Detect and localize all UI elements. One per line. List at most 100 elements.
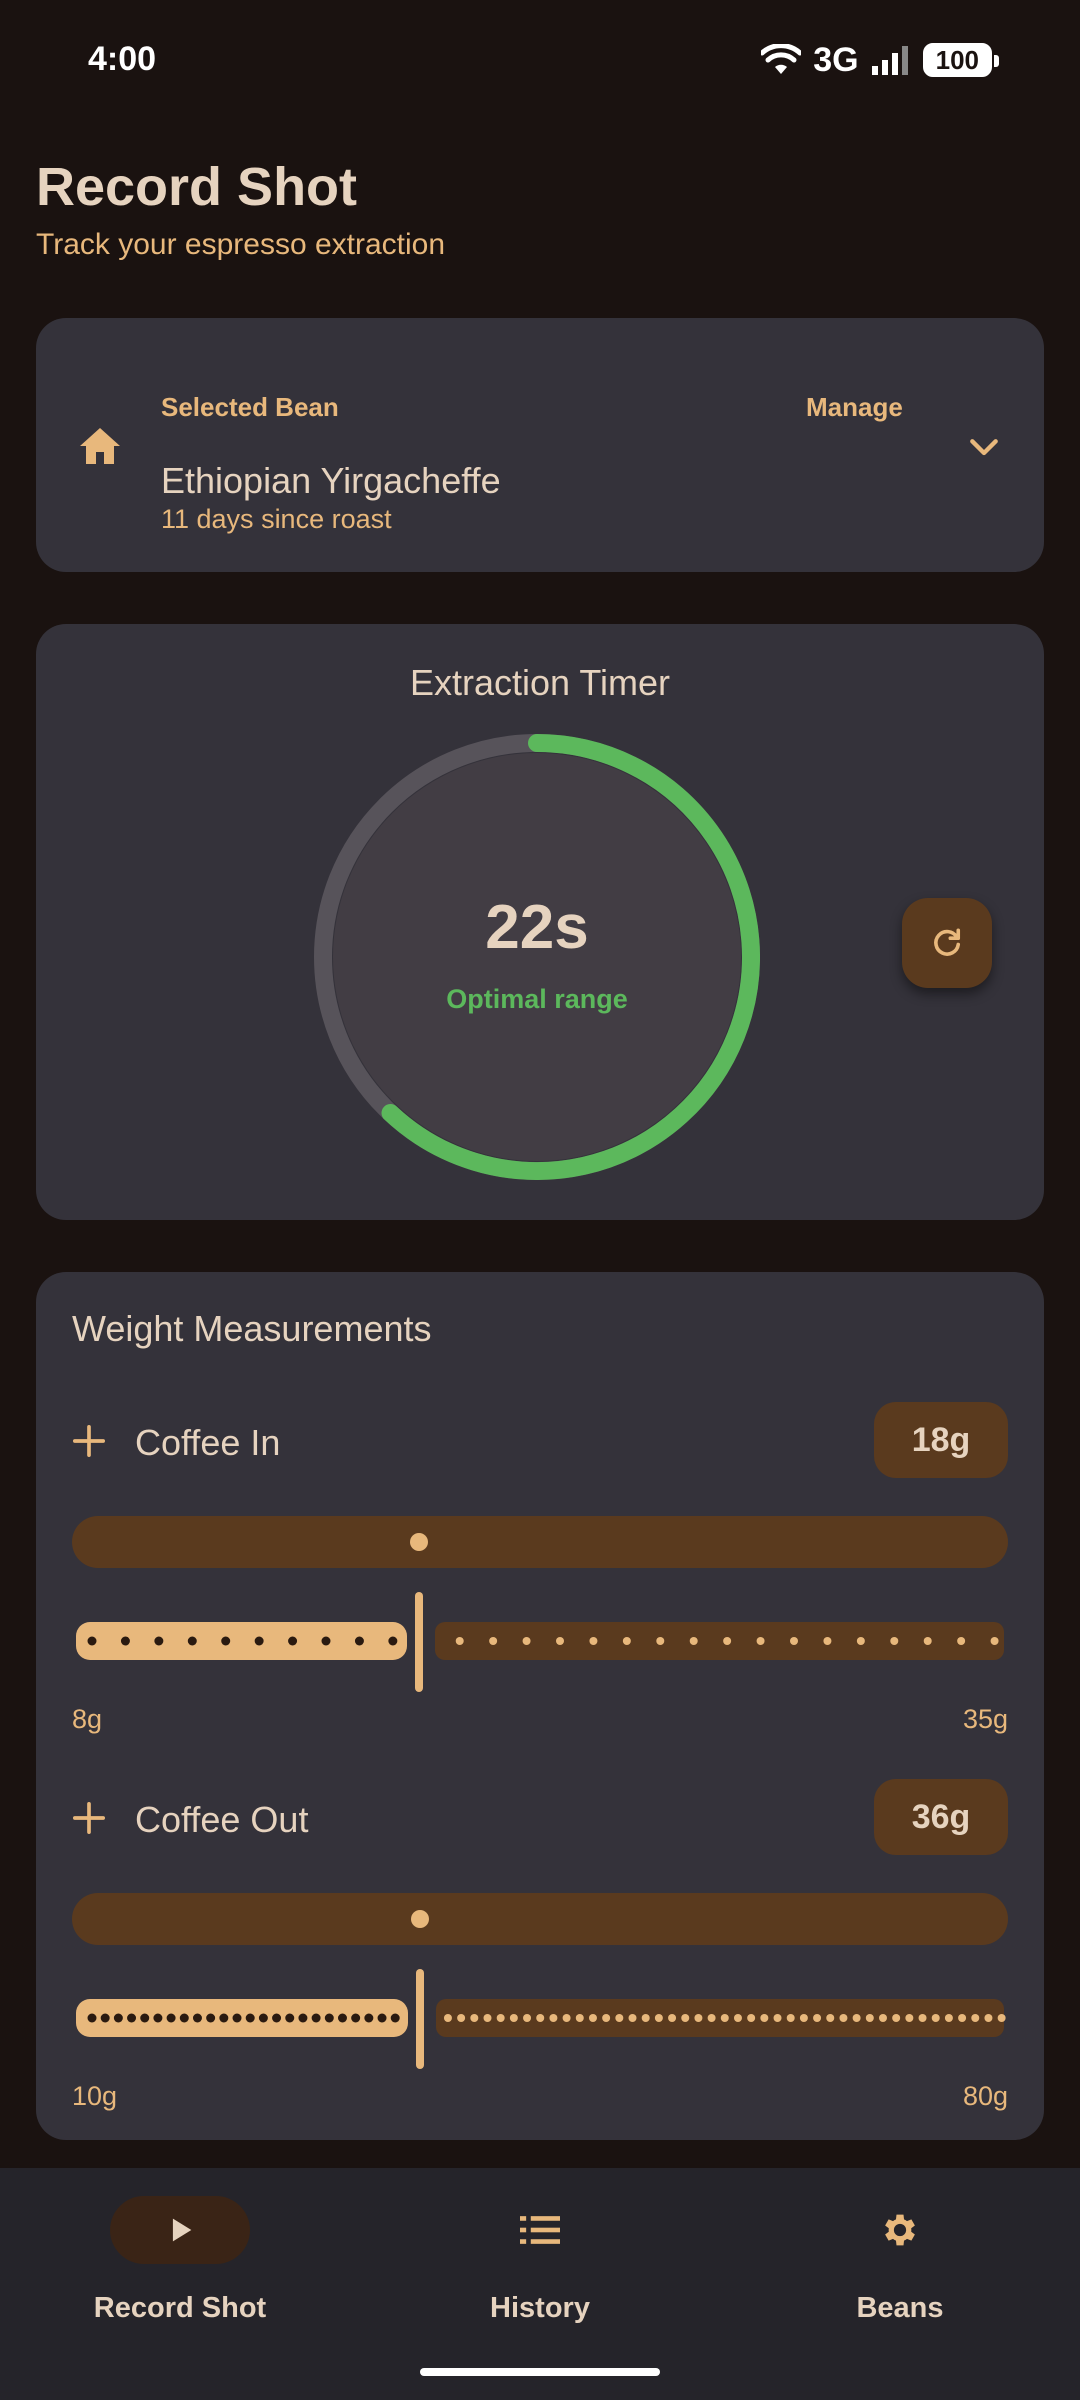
slider-tick-dot — [865, 2014, 874, 2022]
coffee-in-slider[interactable] — [72, 1592, 1008, 1692]
signal-icon — [871, 46, 908, 75]
slider-tick-dot — [990, 1637, 999, 1645]
slider-tick-dot — [523, 2014, 532, 2022]
play-icon — [172, 2218, 192, 2242]
slider-tick-dot — [588, 2014, 597, 2022]
slider-tick-dot — [756, 1637, 765, 1645]
slider-tick-dot — [127, 2013, 137, 2023]
slider-tick-dot — [839, 2014, 848, 2022]
slider-tick-dot — [522, 1637, 531, 1645]
slider-tick-dot — [140, 2013, 150, 2023]
bean-name: Ethiopian Yirgacheffe — [161, 460, 501, 501]
coffee-in-label: Coffee In — [135, 1422, 281, 1463]
slider-tick-dot — [786, 2014, 795, 2022]
slider-tick-dot — [245, 2013, 255, 2023]
slider-tick-dot — [856, 1637, 865, 1645]
list-icon — [520, 2216, 560, 2244]
coffee-out-max: 80g — [962, 2081, 1008, 2111]
slider-tick-dot — [556, 1637, 564, 1645]
coffee-in-indicator-dot — [410, 1533, 428, 1551]
slider-tick-dot — [668, 2014, 677, 2022]
bottom-navigation: Record Shot History Beans — [0, 2168, 1080, 2400]
coffee-out-track[interactable] — [72, 1893, 1008, 1945]
slider-tick-dot — [826, 2014, 835, 2022]
slider-tick-dot — [179, 2013, 189, 2023]
battery-indicator: 100 — [922, 43, 1000, 77]
slider-tick-dot — [377, 2013, 387, 2023]
slider-tick-dot — [628, 2014, 637, 2022]
slider-tick-dot — [589, 1637, 598, 1645]
timer-value: 22s — [485, 893, 589, 962]
slider-tick-dot — [254, 1636, 264, 1646]
slider-tick-dot — [489, 1637, 498, 1645]
reset-timer-button[interactable] — [902, 898, 992, 988]
slider-tick-dot — [681, 2014, 690, 2022]
slider-tick-dot — [654, 2014, 663, 2022]
slider-tick-dot — [153, 2013, 163, 2023]
slider-tick-dot — [390, 2013, 400, 2023]
slider-tick-dot — [790, 1637, 798, 1645]
manage-beans-link[interactable]: Manage — [806, 392, 903, 423]
slider-tick-dot — [923, 1637, 932, 1645]
slider-tick-dot — [931, 2014, 940, 2022]
slider-handle — [415, 1592, 423, 1692]
slider-tick-dot — [232, 2013, 242, 2023]
plus-icon[interactable] — [72, 1424, 106, 1458]
slider-tick-dot — [971, 2014, 980, 2022]
slider-tick-dot — [852, 2014, 861, 2022]
slider-tick-dot — [457, 2014, 466, 2022]
selected-bean-label: Selected Bean — [161, 392, 339, 422]
slider-tick-dot — [575, 2014, 584, 2022]
home-indicator[interactable] — [420, 2368, 660, 2376]
coffee-out-indicator-dot — [411, 1910, 429, 1928]
coffee-out-slider[interactable] — [72, 1969, 1008, 2069]
slider-tick-dot — [549, 2014, 558, 2022]
nav-record-shot[interactable]: Record Shot — [0, 2168, 360, 2368]
extraction-timer-card: Extraction Timer 22s Optimal range — [36, 624, 1044, 1220]
slider-tick-dot — [615, 2014, 624, 2022]
slider-tick-dot — [773, 2014, 782, 2022]
coffee-out-row: Coffee Out 36g 10g 80g — [36, 1779, 1044, 2111]
slider-tick-dot — [288, 1636, 298, 1646]
slider-tick-dot — [694, 2014, 703, 2022]
slider-tick-dot — [87, 2013, 97, 2023]
slider-tick-dot — [483, 2014, 492, 2022]
slider-tick-dot — [602, 2014, 611, 2022]
slider-tick-dot — [311, 2013, 321, 2023]
nav-beans[interactable]: Beans — [720, 2168, 1080, 2368]
coffee-in-max: 35g — [962, 1704, 1008, 1734]
slider-tick-dot — [443, 2014, 452, 2022]
weight-measurements-card: Weight Measurements Coffee In 18g 8g 35g… — [36, 1272, 1044, 2140]
bean-selector-card[interactable]: Selected Bean Manage Ethiopian Yirgachef… — [36, 318, 1044, 572]
nav-history-indicator — [470, 2196, 610, 2264]
coffee-in-track[interactable] — [72, 1516, 1008, 1568]
slider-tick-dot — [689, 1637, 698, 1645]
slider-tick-dot — [509, 2014, 518, 2022]
slider-tick-dot — [720, 2014, 729, 2022]
page-subtitle: Track your espresso extraction — [36, 228, 446, 261]
refresh-icon — [934, 928, 961, 956]
slider-tick-dot — [298, 2013, 308, 2023]
nav-history[interactable]: History — [360, 2168, 720, 2368]
slider-handle — [416, 1969, 424, 2069]
slider-tick-dot — [120, 1636, 130, 1646]
slider-tick-dot — [890, 1637, 899, 1645]
slider-tick-dot — [337, 2013, 347, 2023]
coffee-in-row: Coffee In 18g 8g 35g — [36, 1402, 1044, 1734]
plus-icon[interactable] — [72, 1801, 106, 1835]
slider-tick-dot — [536, 2014, 545, 2022]
slider-tick-dot — [455, 1637, 464, 1645]
slider-tick-dot — [723, 1637, 732, 1645]
timer-title: Extraction Timer — [409, 662, 671, 703]
chevron-down-icon[interactable] — [964, 428, 1004, 468]
nav-record-shot-label: Record Shot — [93, 2292, 267, 2324]
weight-title: Weight Measurements — [72, 1308, 432, 1349]
bean-roast-info: 11 days since roast — [161, 504, 392, 534]
slider-tick-dot — [272, 2013, 282, 2023]
slider-tick-dot — [641, 2014, 650, 2022]
slider-tick-dot — [997, 2014, 1006, 2022]
slider-tick-dot — [958, 2014, 967, 2022]
coffee-in-min: 8g — [72, 1704, 103, 1734]
coffee-out-min: 10g — [72, 2081, 118, 2111]
slider-tick-dot — [324, 2013, 334, 2023]
